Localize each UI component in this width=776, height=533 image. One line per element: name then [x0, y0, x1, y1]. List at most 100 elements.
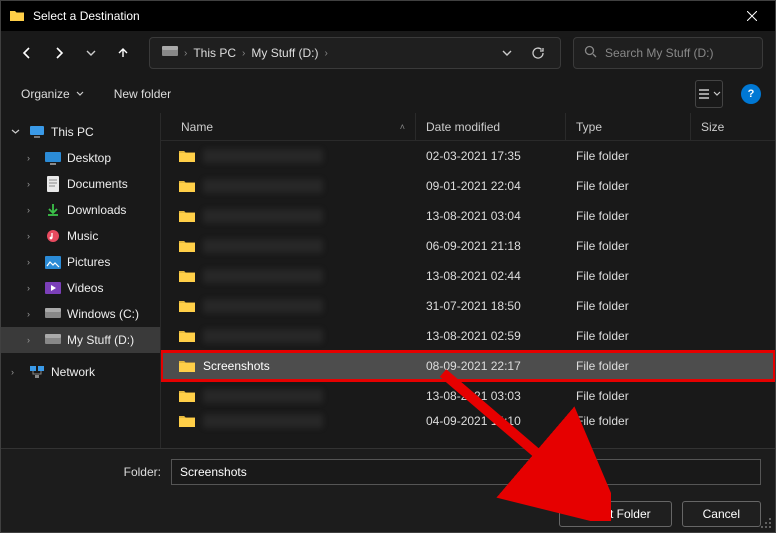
select-folder-button[interactable]: Select Folder — [559, 501, 672, 527]
column-header-date[interactable]: Date modified — [416, 113, 566, 140]
folder-icon — [179, 299, 195, 313]
sort-indicator-icon: ˄ — [400, 122, 405, 132]
navigation-bar: › This PC › My Stuff (D:) › Search My St… — [1, 31, 775, 75]
sidebar-label: Network — [51, 365, 95, 379]
file-name — [203, 209, 323, 223]
downloads-icon — [45, 202, 61, 218]
breadcrumb-segment[interactable]: This PC — [189, 46, 240, 60]
sidebar-network[interactable]: › Network — [1, 359, 160, 385]
forward-button[interactable] — [45, 39, 73, 67]
folder-icon — [179, 389, 195, 403]
chevron-right-icon: › — [240, 48, 247, 59]
folder-icon — [179, 179, 195, 193]
file-type: File folder — [566, 209, 691, 223]
sidebar-item-my-stuff-d[interactable]: › My Stuff (D:) — [1, 327, 160, 353]
sidebar-label: Documents — [67, 177, 128, 191]
sidebar-this-pc[interactable]: This PC — [1, 119, 160, 145]
documents-icon — [45, 176, 61, 192]
file-type: File folder — [566, 179, 691, 193]
file-list[interactable]: 02-03-2021 17:35File folder09-01-2021 22… — [161, 141, 775, 448]
file-name — [203, 269, 323, 283]
file-name — [203, 329, 323, 343]
drive-icon — [162, 46, 178, 61]
music-icon — [45, 228, 61, 244]
recent-locations-button[interactable] — [77, 39, 105, 67]
breadcrumb-segment[interactable]: My Stuff (D:) — [247, 46, 322, 60]
table-row[interactable]: 06-09-2021 21:18File folder — [161, 231, 775, 261]
resize-grip[interactable] — [758, 515, 772, 529]
file-name — [203, 389, 323, 403]
table-row[interactable]: 04-09-2021 14:10File folder — [161, 411, 775, 431]
expand-icon[interactable]: › — [27, 283, 39, 293]
file-type: File folder — [566, 269, 691, 283]
table-row[interactable]: 09-01-2021 22:04File folder — [161, 171, 775, 201]
sidebar-item-videos[interactable]: › Videos — [1, 275, 160, 301]
sidebar-item-downloads[interactable]: › Downloads — [1, 197, 160, 223]
table-row[interactable]: 02-03-2021 17:35File folder — [161, 141, 775, 171]
sidebar-item-desktop[interactable]: › Desktop — [1, 145, 160, 171]
sidebar-item-windows-c[interactable]: › Windows (C:) — [1, 301, 160, 327]
table-row[interactable]: 31-07-2021 18:50File folder — [161, 291, 775, 321]
sidebar-label: Videos — [67, 281, 103, 295]
column-header-name[interactable]: Name ˄ — [161, 113, 416, 140]
expand-icon[interactable]: › — [27, 335, 39, 345]
sidebar-item-documents[interactable]: › Documents — [1, 171, 160, 197]
expand-icon[interactable]: › — [27, 231, 39, 241]
column-header-size[interactable]: Size — [691, 113, 775, 140]
up-button[interactable] — [109, 39, 137, 67]
new-folder-button[interactable]: New folder — [108, 83, 177, 105]
back-button[interactable] — [13, 39, 41, 67]
chevron-right-icon: › — [182, 48, 189, 59]
sidebar-label: Pictures — [67, 255, 110, 269]
folder-label: Folder: — [15, 465, 161, 479]
expand-icon[interactable]: › — [27, 179, 39, 189]
folder-input[interactable] — [171, 459, 761, 485]
folder-icon — [179, 239, 195, 253]
address-bar[interactable]: › This PC › My Stuff (D:) › — [149, 37, 561, 69]
folder-icon — [179, 209, 195, 223]
folder-icon — [179, 149, 195, 163]
titlebar: Select a Destination — [1, 1, 775, 31]
refresh-button[interactable] — [524, 39, 552, 67]
sidebar-item-pictures[interactable]: › Pictures — [1, 249, 160, 275]
table-row[interactable]: Screenshots08-09-2021 22:17File folder — [161, 351, 775, 381]
expand-icon[interactable]: › — [27, 257, 39, 267]
expand-icon[interactable]: › — [27, 205, 39, 215]
close-button[interactable] — [729, 1, 775, 31]
desktop-icon — [45, 150, 61, 166]
folder-icon — [179, 329, 195, 343]
pictures-icon — [45, 254, 61, 270]
expand-icon[interactable]: › — [27, 309, 39, 319]
folder-icon — [179, 359, 195, 373]
table-row[interactable]: 13-08-2021 02:59File folder — [161, 321, 775, 351]
expand-icon[interactable]: › — [27, 153, 39, 163]
file-type: File folder — [566, 414, 691, 428]
organize-label: Organize — [21, 87, 70, 101]
cancel-button[interactable]: Cancel — [682, 501, 761, 527]
app-icon — [9, 8, 25, 24]
table-row[interactable]: 13-08-2021 03:03File folder — [161, 381, 775, 411]
collapse-icon[interactable] — [11, 127, 23, 138]
drive-icon — [45, 306, 61, 322]
address-dropdown-button[interactable] — [496, 48, 518, 58]
file-type: File folder — [566, 329, 691, 343]
table-row[interactable]: 13-08-2021 02:44File folder — [161, 261, 775, 291]
file-name — [203, 299, 323, 313]
file-date: 09-01-2021 22:04 — [416, 179, 566, 193]
sidebar-item-music[interactable]: › Music — [1, 223, 160, 249]
folder-icon — [179, 414, 195, 428]
file-name — [203, 149, 323, 163]
dialog-bottom: Folder: Select Folder Cancel — [1, 448, 775, 532]
sidebar-label: Windows (C:) — [67, 307, 139, 321]
file-type: File folder — [566, 389, 691, 403]
view-options-button[interactable] — [695, 80, 723, 108]
file-date: 02-03-2021 17:35 — [416, 149, 566, 163]
table-row[interactable]: 13-08-2021 03:04File folder — [161, 201, 775, 231]
column-header-type[interactable]: Type — [566, 113, 691, 140]
expand-icon[interactable]: › — [11, 367, 23, 377]
help-button[interactable]: ? — [741, 84, 761, 104]
organize-button[interactable]: Organize — [15, 83, 90, 105]
network-icon — [29, 364, 45, 380]
sidebar-label: This PC — [51, 125, 94, 139]
search-box[interactable]: Search My Stuff (D:) — [573, 37, 763, 69]
